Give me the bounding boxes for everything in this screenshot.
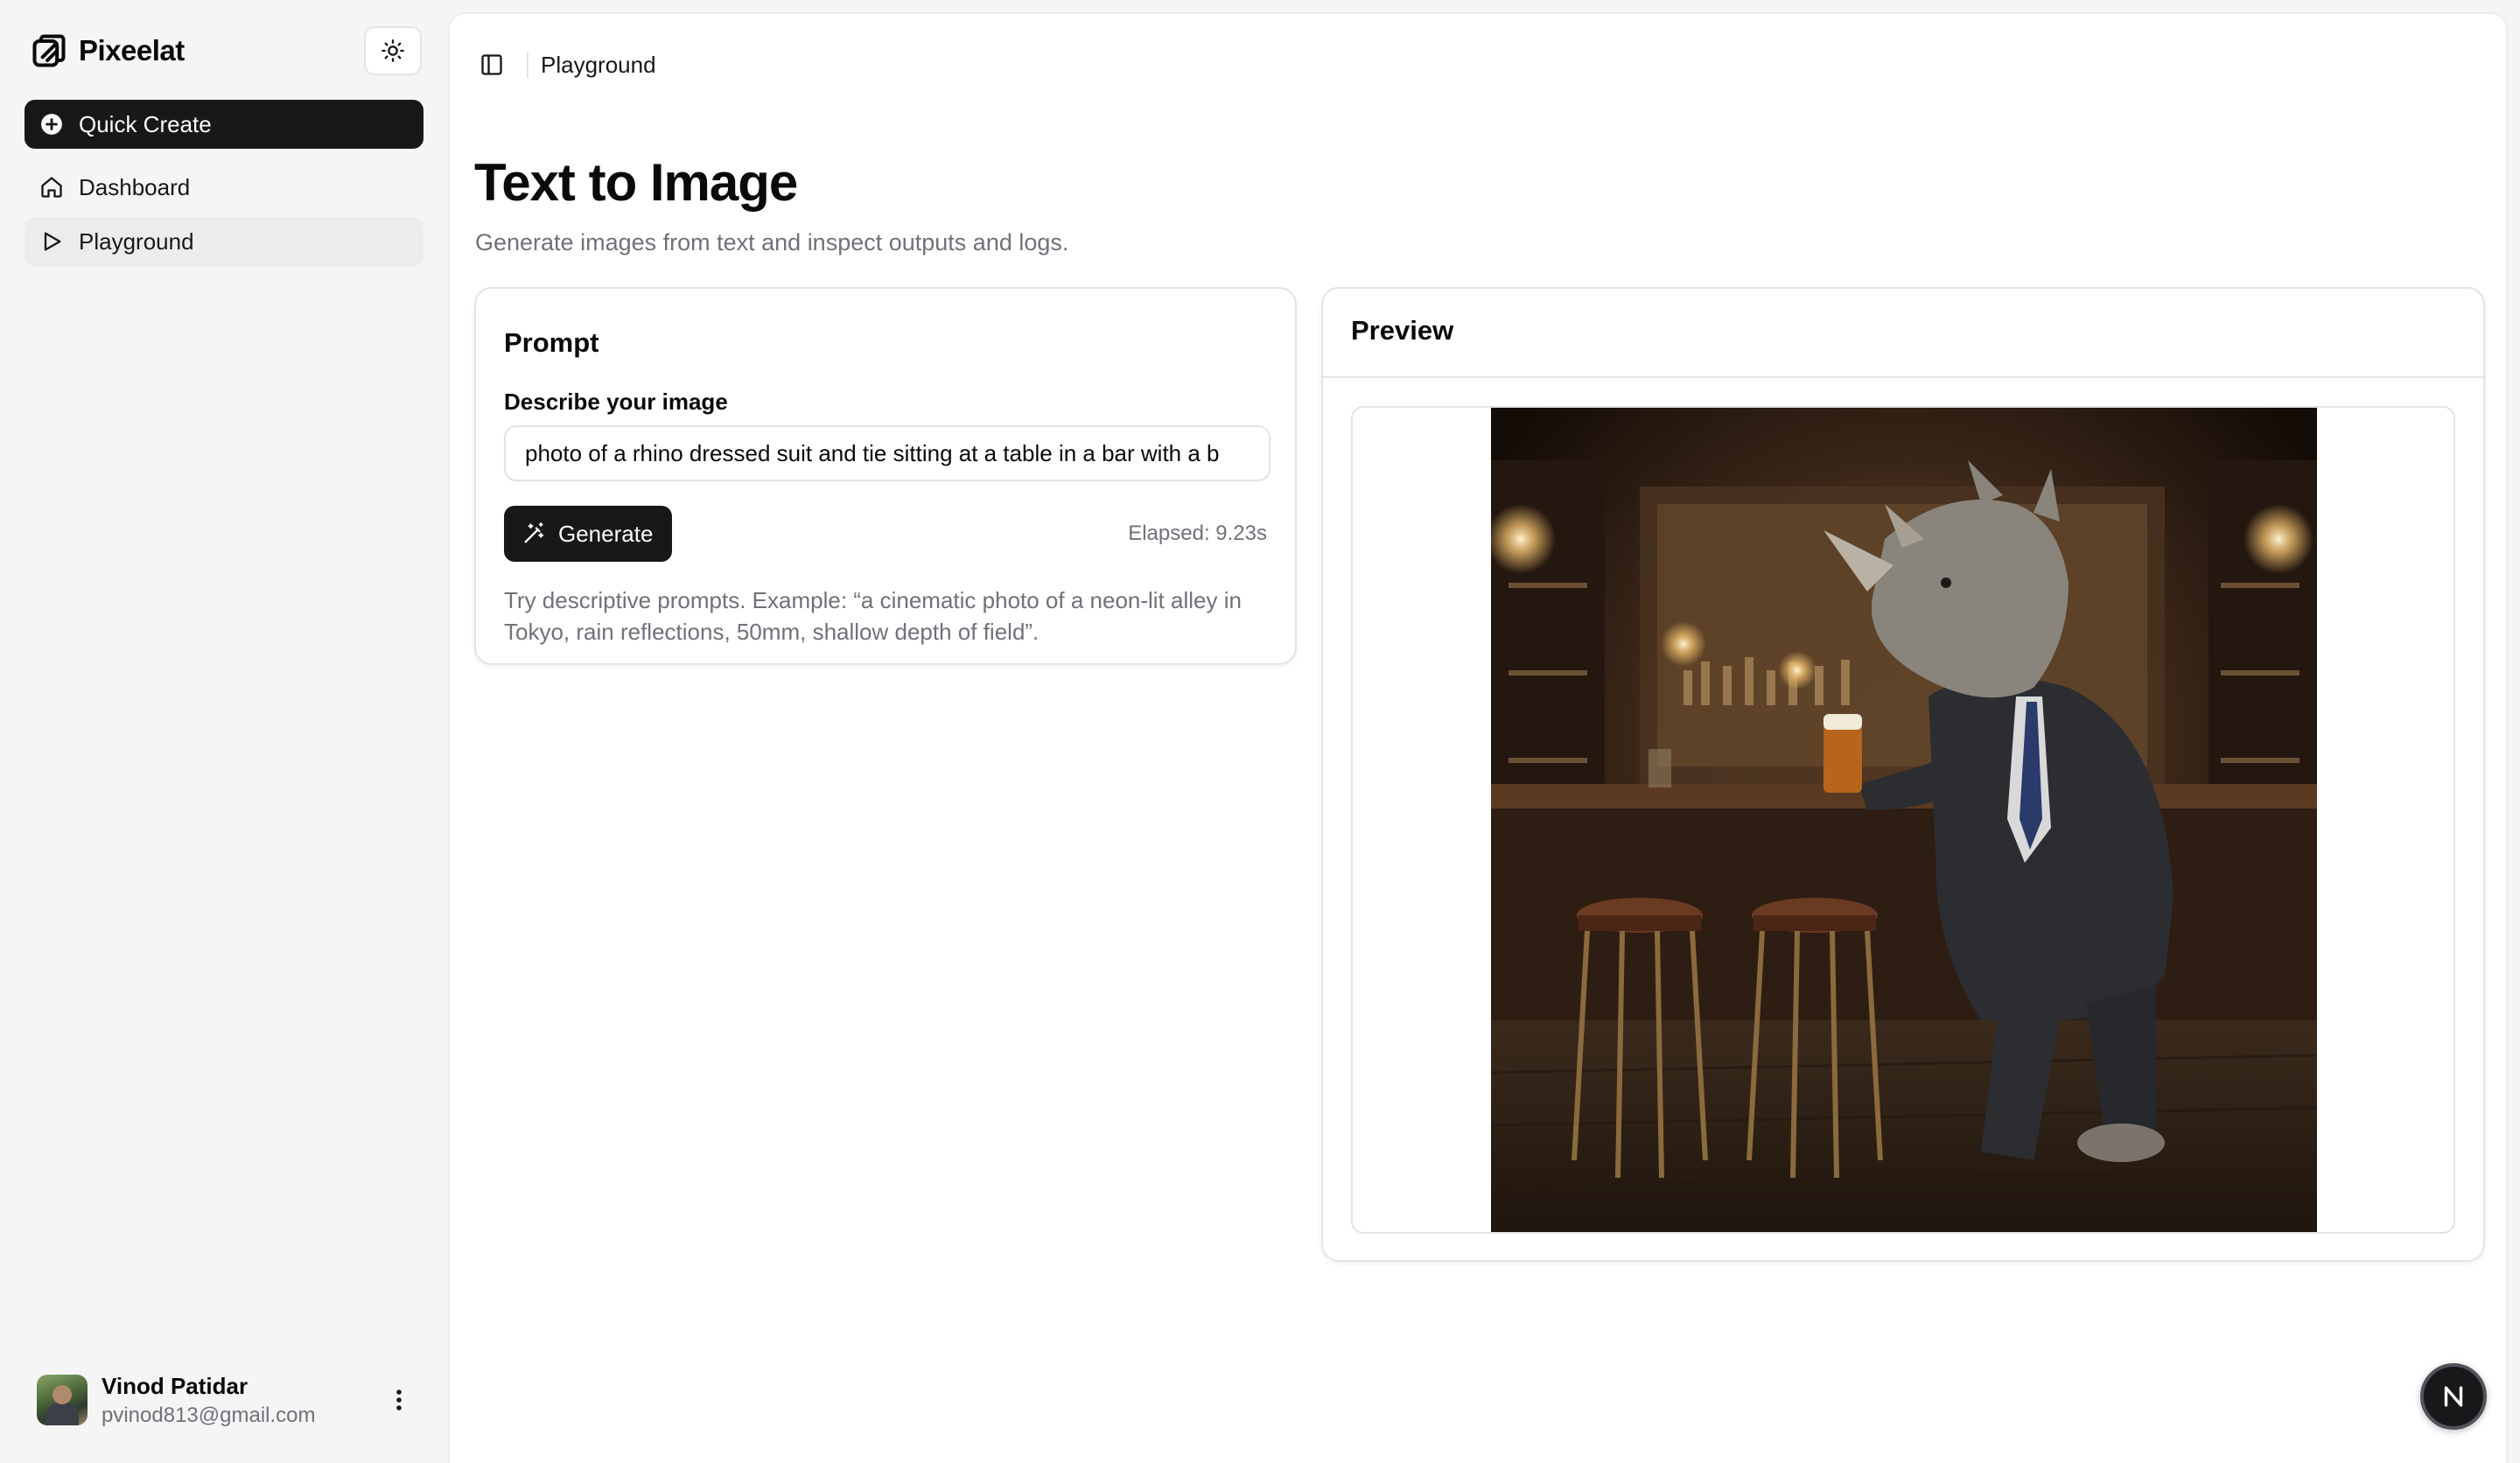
sidebar-item-dashboard[interactable]: Dashboard (24, 163, 424, 212)
more-vertical-icon (396, 1390, 402, 1410)
n-logo-icon (2444, 1386, 2463, 1407)
prompt-input[interactable] (504, 425, 1270, 481)
prompt-hint: Try descriptive prompts. Example: “a cin… (504, 587, 1242, 645)
user-name: Vinod Patidar (102, 1372, 248, 1399)
plus-circle-icon (38, 111, 65, 137)
prompt-card-title: Prompt (504, 327, 599, 358)
prompt-card: Prompt Describe your image Generate Elap… (474, 287, 1297, 665)
brand-name: Pixeelat (79, 34, 185, 66)
sidebar-toggle-button[interactable] (476, 49, 508, 80)
avatar (37, 1375, 88, 1425)
preview-frame (1351, 406, 2455, 1234)
sidebar-item-playground[interactable]: Playground (24, 217, 424, 266)
generate-button[interactable]: Generate (504, 506, 673, 562)
breadcrumb: Playground (541, 51, 656, 78)
divider (527, 52, 528, 78)
play-icon (38, 228, 65, 255)
prompt-field-label: Describe your image (504, 388, 728, 415)
sidebar: Pixeelat Quick Create Dashboard Playgrou… (0, 0, 446, 1463)
user-menu-button[interactable] (383, 1384, 415, 1416)
home-icon (38, 174, 65, 200)
main-content: Playground Text to Image Generate images… (448, 12, 2508, 1463)
generated-image[interactable] (1491, 408, 2317, 1234)
preview-card: Preview (1321, 287, 2485, 1262)
topbar: Playground (476, 47, 656, 82)
panel-left-icon (481, 54, 502, 75)
user-profile[interactable]: Vinod Patidar pvinod813@gmail.com (37, 1368, 422, 1432)
next-dev-tools-button[interactable] (2420, 1363, 2487, 1430)
sun-icon (382, 39, 404, 62)
preview-card-title: Preview (1351, 315, 1454, 346)
page-title: Text to Image (474, 153, 798, 212)
quick-create-button[interactable]: Quick Create (24, 100, 424, 149)
wand-sparkles-icon (524, 522, 544, 543)
elapsed-time: Elapsed: 9.23s (1128, 522, 1267, 545)
page-subtitle: Generate images from text and inspect ou… (475, 229, 1069, 256)
generate-label: Generate (558, 520, 654, 547)
brand[interactable]: Pixeelat (30, 32, 185, 70)
quick-create-label: Quick Create (79, 110, 212, 137)
preview-header: Preview (1323, 289, 2483, 378)
sidebar-item-label: Playground (79, 228, 194, 255)
sidebar-item-label: Dashboard (79, 173, 191, 200)
user-email: pvinod813@gmail.com (102, 1403, 316, 1427)
pixeelat-logo-icon (32, 34, 66, 67)
theme-toggle-button[interactable] (364, 26, 422, 75)
